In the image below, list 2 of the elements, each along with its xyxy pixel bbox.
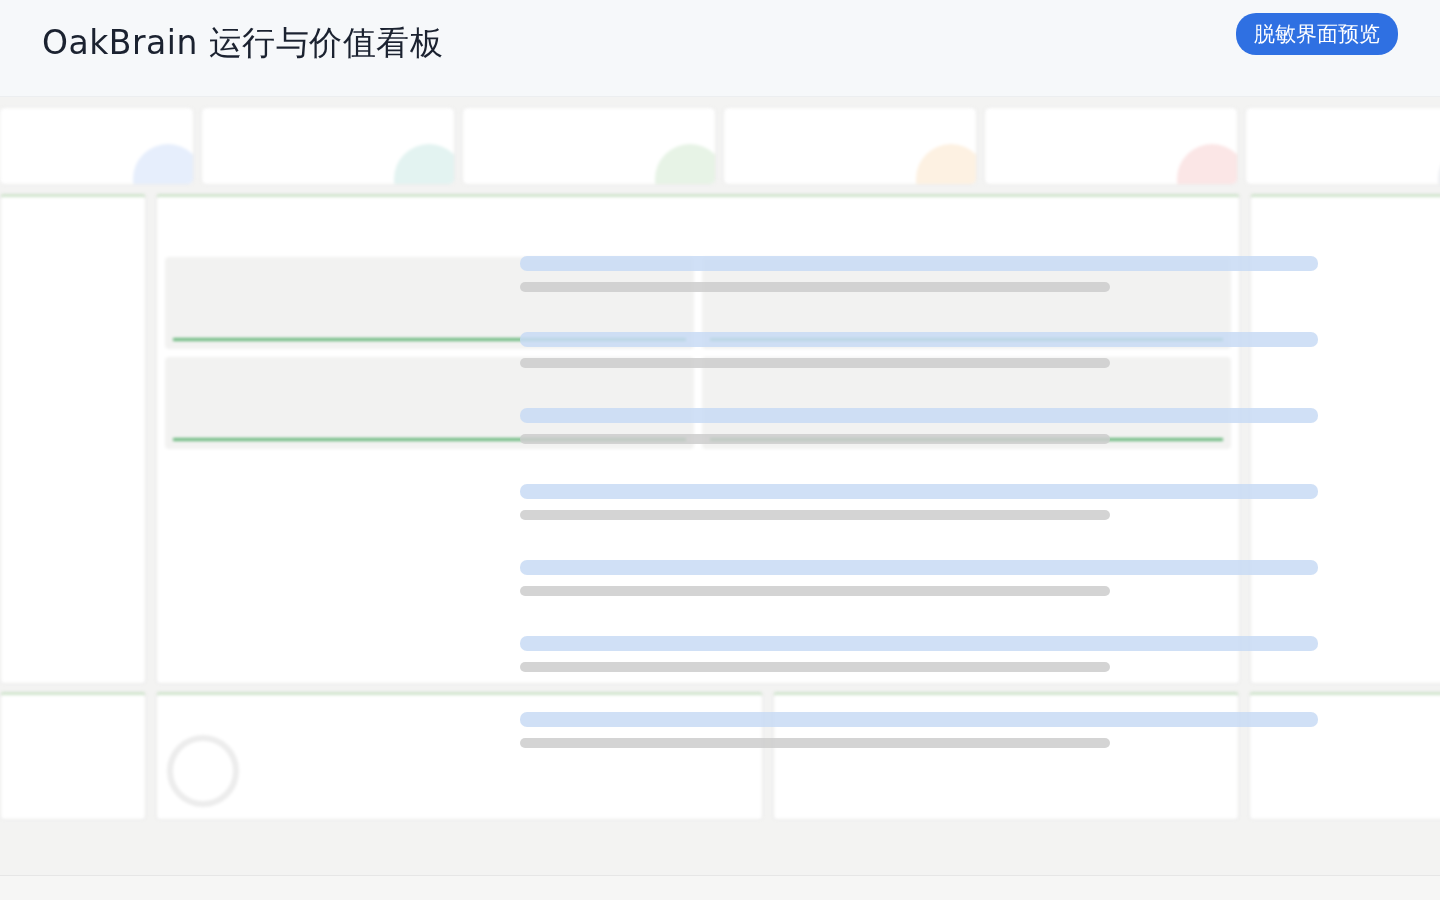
preview-badge: 脱敏界面预览: [1236, 13, 1398, 55]
page-title: OakBrain 运行与价值看板: [42, 21, 444, 64]
